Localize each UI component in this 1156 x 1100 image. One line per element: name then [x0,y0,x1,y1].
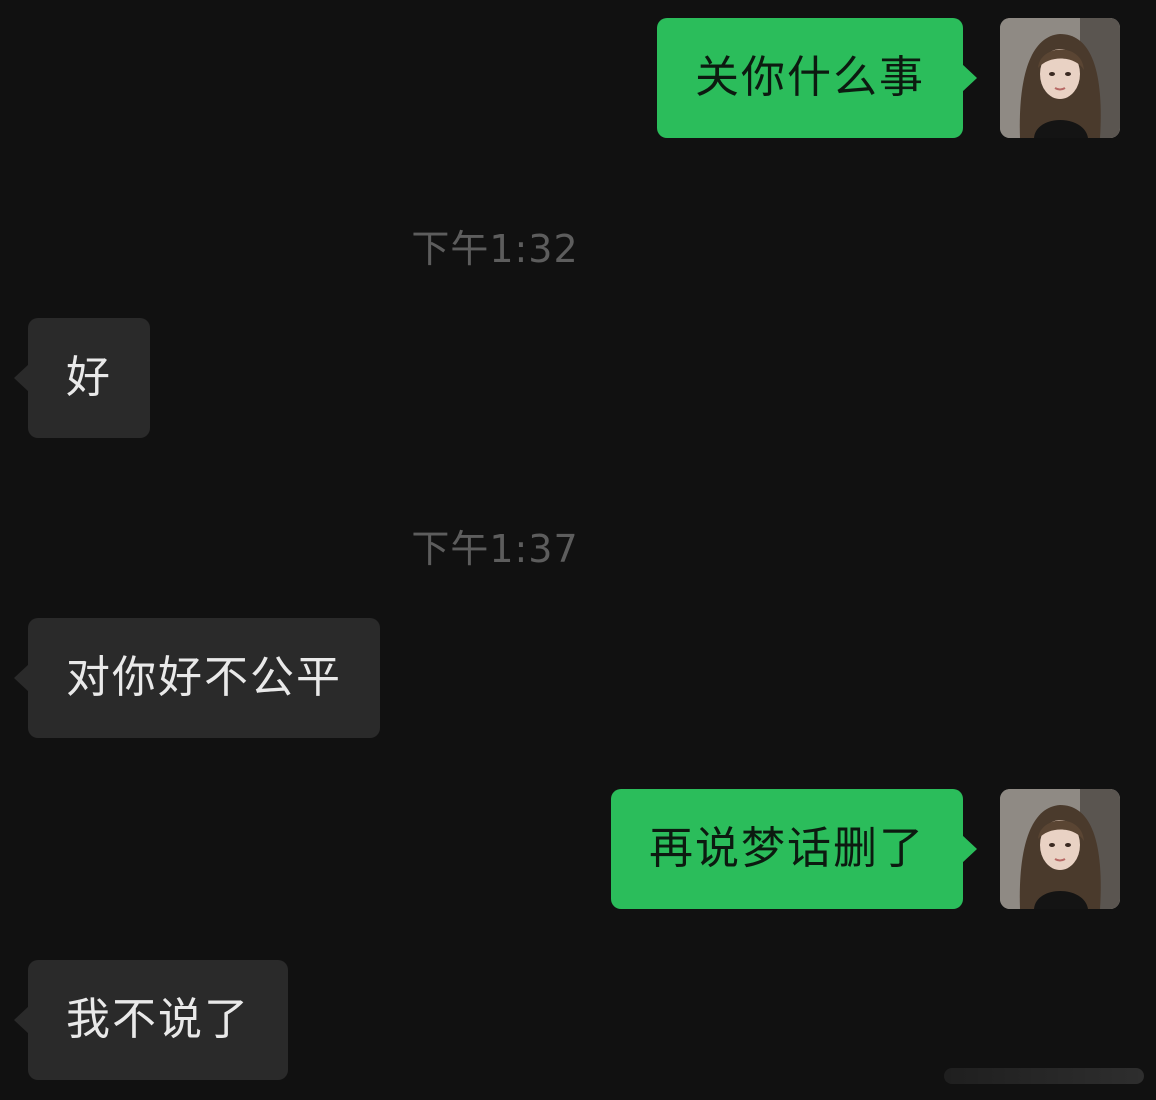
timestamp: 下午1:37 [411,527,579,571]
user-avatar[interactable] [1000,789,1120,909]
avatar-image [1000,789,1120,909]
message-text: 关你什么事 [695,52,925,103]
user-avatar[interactable] [1000,18,1120,138]
message-text: 再说梦话删了 [649,823,925,874]
incoming-message-bubble[interactable]: 我不说了 [14,960,288,1080]
incoming-message-bubble[interactable]: 好 [14,318,150,438]
message-text: 对你好不公平 [66,652,342,703]
watermark [944,1068,1144,1084]
avatar-image [1000,18,1120,138]
outgoing-message-bubble[interactable]: 再说梦话删了 [611,789,977,909]
timestamp: 下午1:32 [411,227,579,271]
outgoing-message-bubble[interactable]: 关你什么事 [657,18,977,138]
incoming-message-bubble[interactable]: 对你好不公平 [14,618,380,738]
message-text: 好 [66,352,112,403]
message-text: 我不说了 [66,994,250,1045]
chat-conversation: 关你什么事 下午1:32 好 下午1:37 对你好不公平 再说梦话删了 我不说了 [0,0,1156,1100]
